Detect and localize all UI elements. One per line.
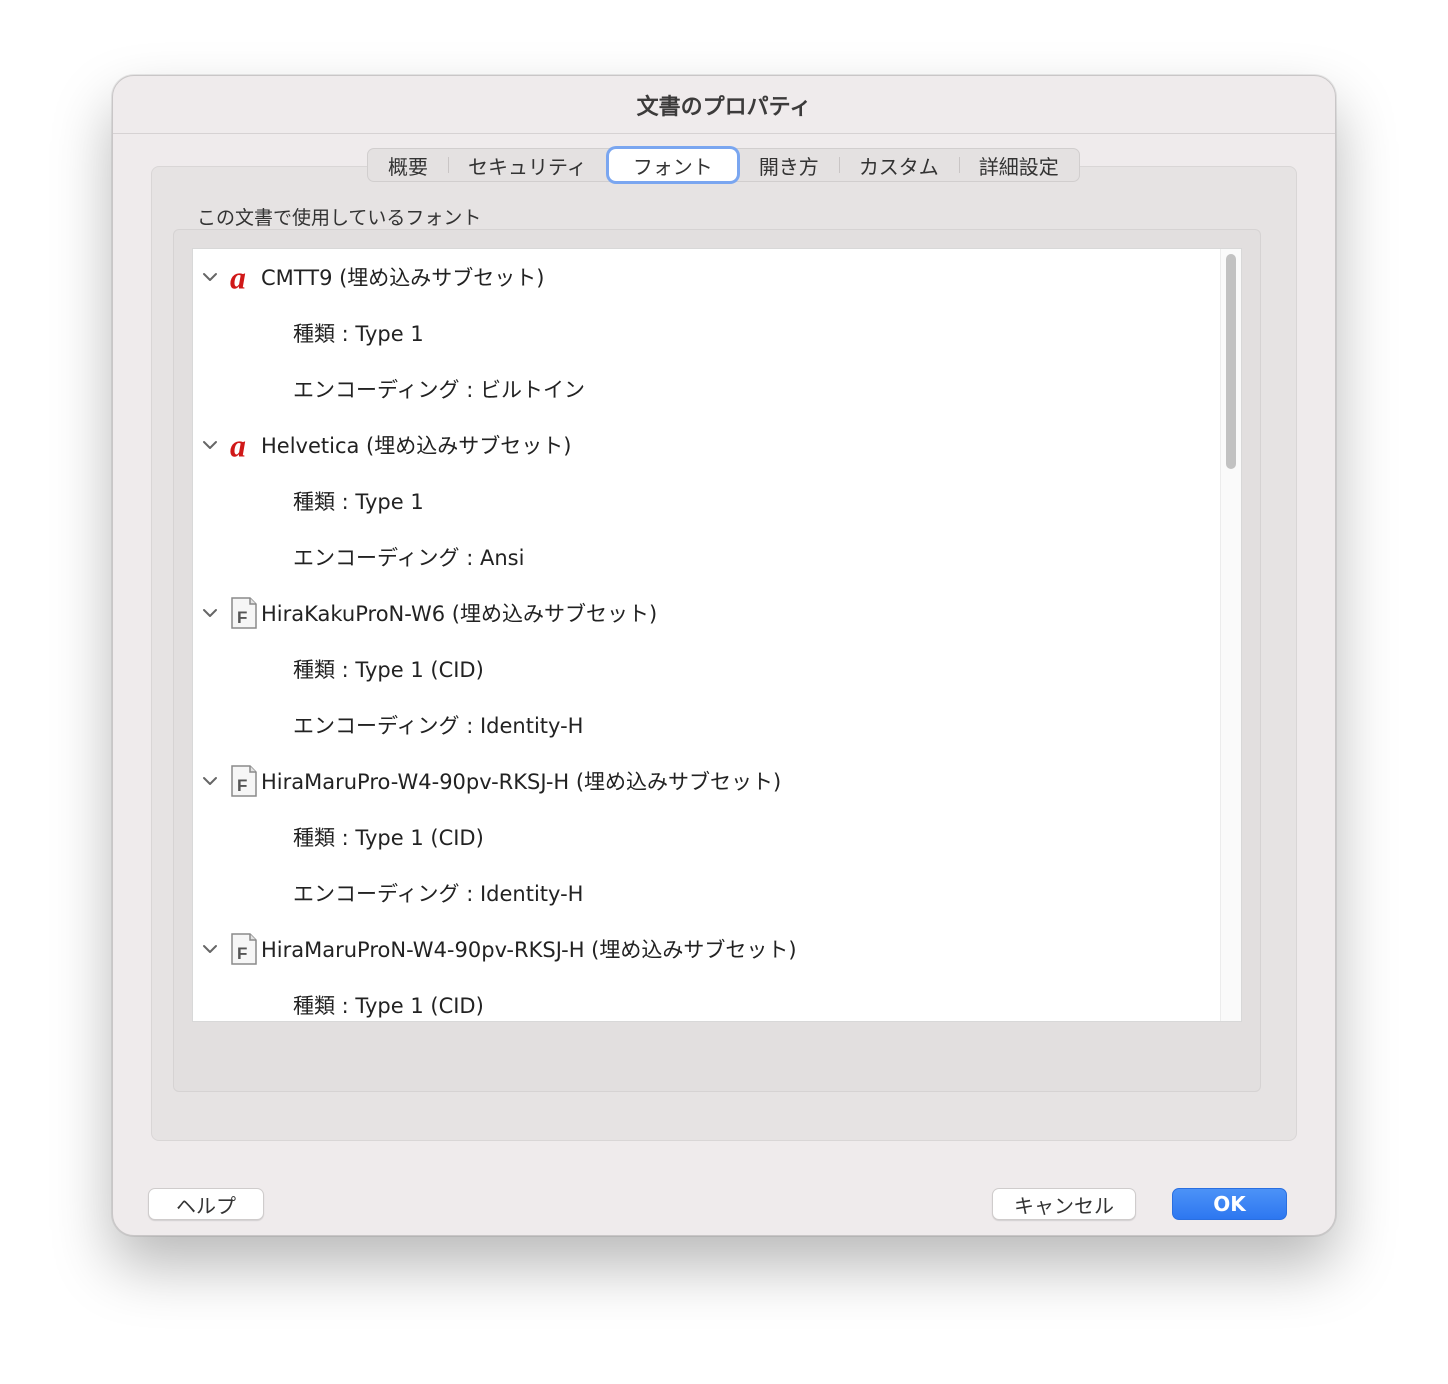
- font-name: CMTT9 (埋め込みサブセット): [261, 266, 545, 290]
- cancel-button[interactable]: キャンセル: [992, 1188, 1136, 1220]
- tab-initial-view[interactable]: 開き方: [739, 149, 839, 181]
- fonts-section-label: この文書で使用しているフォント: [197, 207, 482, 229]
- svg-text:F: F: [237, 776, 247, 795]
- font-encoding-detail: エンコーディング : ビルトイン: [293, 378, 585, 402]
- font-row[interactable]: F HiraKakuProN-W6 (埋め込みサブセット): [201, 585, 657, 641]
- font-name: HiraMaruPro-W4-90pv-RKSJ-H (埋め込みサブセット): [261, 770, 782, 794]
- font-name: Helvetica (埋め込みサブセット): [261, 434, 572, 458]
- font-encoding-detail: エンコーディング : Identity-H: [293, 882, 584, 906]
- type1-font-icon: a: [229, 260, 259, 294]
- font-row[interactable]: F HiraMaruPro-W4-90pv-RKSJ-H (埋め込みサブセット): [201, 753, 781, 809]
- document-properties-dialog: 文書のプロパティ 概要 セキュリティ フォント 開き方 カスタム 詳細設定 この…: [112, 75, 1336, 1236]
- font-type-detail: 種類 : Type 1 (CID): [293, 994, 484, 1018]
- font-type-detail: 種類 : Type 1: [293, 490, 424, 514]
- tab-custom[interactable]: カスタム: [838, 149, 959, 181]
- tab-fonts[interactable]: フォント: [608, 149, 737, 181]
- svg-text:a: a: [230, 261, 246, 293]
- tab-security[interactable]: セキュリティ: [448, 149, 607, 181]
- cid-font-icon: F: [229, 932, 259, 966]
- chevron-down-icon[interactable]: [201, 268, 219, 286]
- chevron-down-icon[interactable]: [201, 436, 219, 454]
- font-encoding-detail: エンコーディング : Ansi: [293, 546, 525, 570]
- tab-advanced[interactable]: 詳細設定: [958, 149, 1079, 181]
- chevron-down-icon[interactable]: [201, 940, 219, 958]
- svg-text:a: a: [230, 429, 246, 461]
- help-button[interactable]: ヘルプ: [148, 1188, 264, 1220]
- font-row[interactable]: a CMTT9 (埋め込みサブセット): [201, 249, 545, 305]
- chevron-down-icon[interactable]: [201, 604, 219, 622]
- font-encoding-detail: エンコーディング : Identity-H: [293, 714, 584, 738]
- tab-bar: 概要 セキュリティ フォント 開き方 カスタム 詳細設定: [367, 148, 1080, 182]
- font-name: HiraMaruProN-W4-90pv-RKSJ-H (埋め込みサブセット): [261, 938, 797, 962]
- tab-summary[interactable]: 概要: [368, 149, 448, 181]
- dialog-title: 文書のプロパティ: [636, 94, 812, 120]
- ok-button[interactable]: OK: [1172, 1188, 1287, 1220]
- svg-text:F: F: [237, 944, 247, 963]
- font-name: HiraKakuProN-W6 (埋め込みサブセット): [261, 602, 658, 626]
- scrollbar-track[interactable]: [1220, 249, 1241, 1021]
- font-type-detail: 種類 : Type 1 (CID): [293, 826, 484, 850]
- font-row[interactable]: a Helvetica (埋め込みサブセット): [201, 417, 571, 473]
- font-type-detail: 種類 : Type 1 (CID): [293, 658, 484, 682]
- cid-font-icon: F: [229, 596, 259, 630]
- font-type-detail: 種類 : Type 1: [293, 322, 424, 346]
- scrollbar-thumb[interactable]: [1226, 254, 1236, 469]
- chevron-down-icon[interactable]: [201, 772, 219, 790]
- cid-font-icon: F: [229, 764, 259, 798]
- type1-font-icon: a: [229, 428, 259, 462]
- font-list[interactable]: a CMTT9 (埋め込みサブセット) 種類 : Type 1 エンコーディング : …: [192, 248, 1242, 1022]
- font-row[interactable]: F HiraMaruProN-W4-90pv-RKSJ-H (埋め込みサブセット): [201, 921, 797, 977]
- title-bar: 文書のプロパティ: [113, 76, 1335, 134]
- svg-text:F: F: [237, 608, 247, 627]
